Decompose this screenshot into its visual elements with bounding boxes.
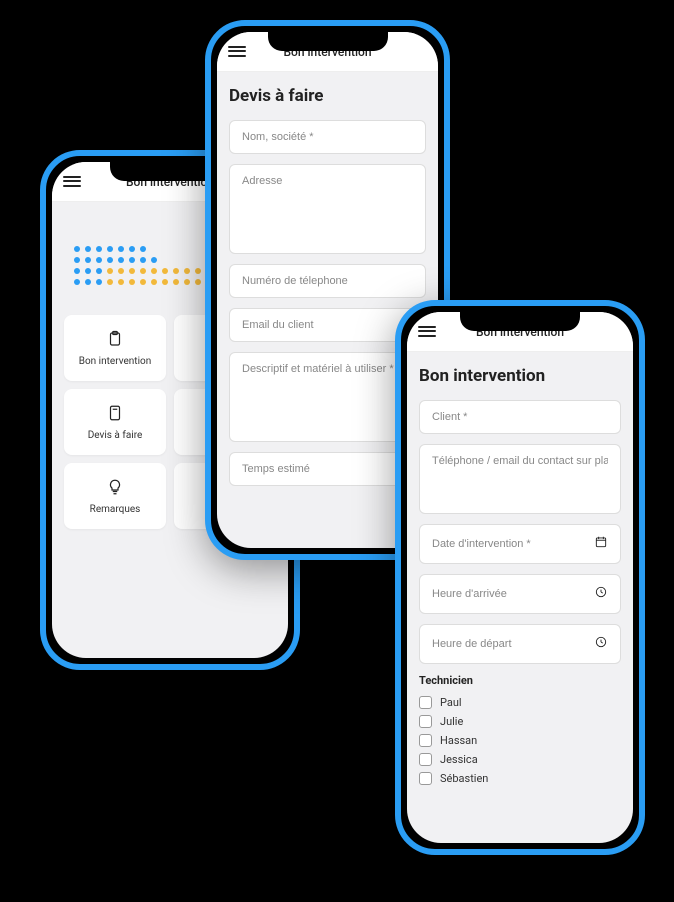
phone-field[interactable] xyxy=(229,264,426,298)
grid-item-label: Remarques xyxy=(90,504,141,515)
arrival-field[interactable] xyxy=(419,574,621,614)
phone-notch xyxy=(268,32,388,51)
clipboard-icon xyxy=(106,329,124,349)
checkbox-icon[interactable] xyxy=(419,734,432,747)
grid-item-label: Devis à faire xyxy=(88,430,143,441)
contact-input[interactable] xyxy=(432,455,608,467)
grid-item-devis[interactable]: Devis à faire xyxy=(64,389,166,455)
description-input[interactable] xyxy=(242,363,413,375)
technician-option[interactable]: Jessica xyxy=(419,750,621,769)
grid-item-label: Bon intervention xyxy=(79,356,151,367)
clock-icon[interactable] xyxy=(594,635,608,653)
phone-notch xyxy=(460,312,580,331)
checkbox-icon[interactable] xyxy=(419,753,432,766)
address-input[interactable] xyxy=(242,175,413,187)
departure-field[interactable] xyxy=(419,624,621,664)
checkbox-icon[interactable] xyxy=(419,772,432,785)
technician-option[interactable]: Sébastien xyxy=(419,769,621,788)
technician-name: Hassan xyxy=(440,734,477,747)
technician-option[interactable]: Hassan xyxy=(419,731,621,750)
technician-option[interactable]: Julie xyxy=(419,712,621,731)
contact-field[interactable] xyxy=(419,444,621,514)
technician-name: Sébastien xyxy=(440,772,488,785)
checkbox-icon[interactable] xyxy=(419,696,432,709)
grid-item-remarques[interactable]: Remarques xyxy=(64,463,166,529)
phone-input[interactable] xyxy=(242,275,413,287)
arrival-input[interactable] xyxy=(432,588,586,600)
address-field[interactable] xyxy=(229,164,426,254)
technician-option[interactable]: Paul xyxy=(419,693,621,712)
phone-mockup-bon-intervention: Bon intervention Bon intervention xyxy=(395,300,645,855)
client-field[interactable] xyxy=(419,400,621,434)
technician-list: Paul Julie Hassan Jessica Sébastien xyxy=(419,693,621,788)
calculator-icon xyxy=(106,403,124,423)
clock-icon[interactable] xyxy=(594,585,608,603)
checkbox-icon[interactable] xyxy=(419,715,432,728)
lightbulb-icon xyxy=(106,477,124,497)
client-input[interactable] xyxy=(432,411,608,423)
date-input[interactable] xyxy=(432,538,586,550)
time-estimate-input[interactable] xyxy=(242,463,413,475)
technician-name: Julie xyxy=(440,715,463,728)
date-field[interactable] xyxy=(419,524,621,564)
calendar-icon[interactable] xyxy=(594,535,608,553)
page-title: Devis à faire xyxy=(229,86,426,106)
departure-input[interactable] xyxy=(432,638,586,650)
technician-name: Jessica xyxy=(440,753,478,766)
page-title: Bon intervention xyxy=(419,366,621,386)
name-field[interactable] xyxy=(229,120,426,154)
name-input[interactable] xyxy=(242,131,413,143)
email-input[interactable] xyxy=(242,319,413,331)
technician-label: Technicien xyxy=(419,674,621,687)
technician-name: Paul xyxy=(440,696,462,709)
grid-item-bon-intervention[interactable]: Bon intervention xyxy=(64,315,166,381)
